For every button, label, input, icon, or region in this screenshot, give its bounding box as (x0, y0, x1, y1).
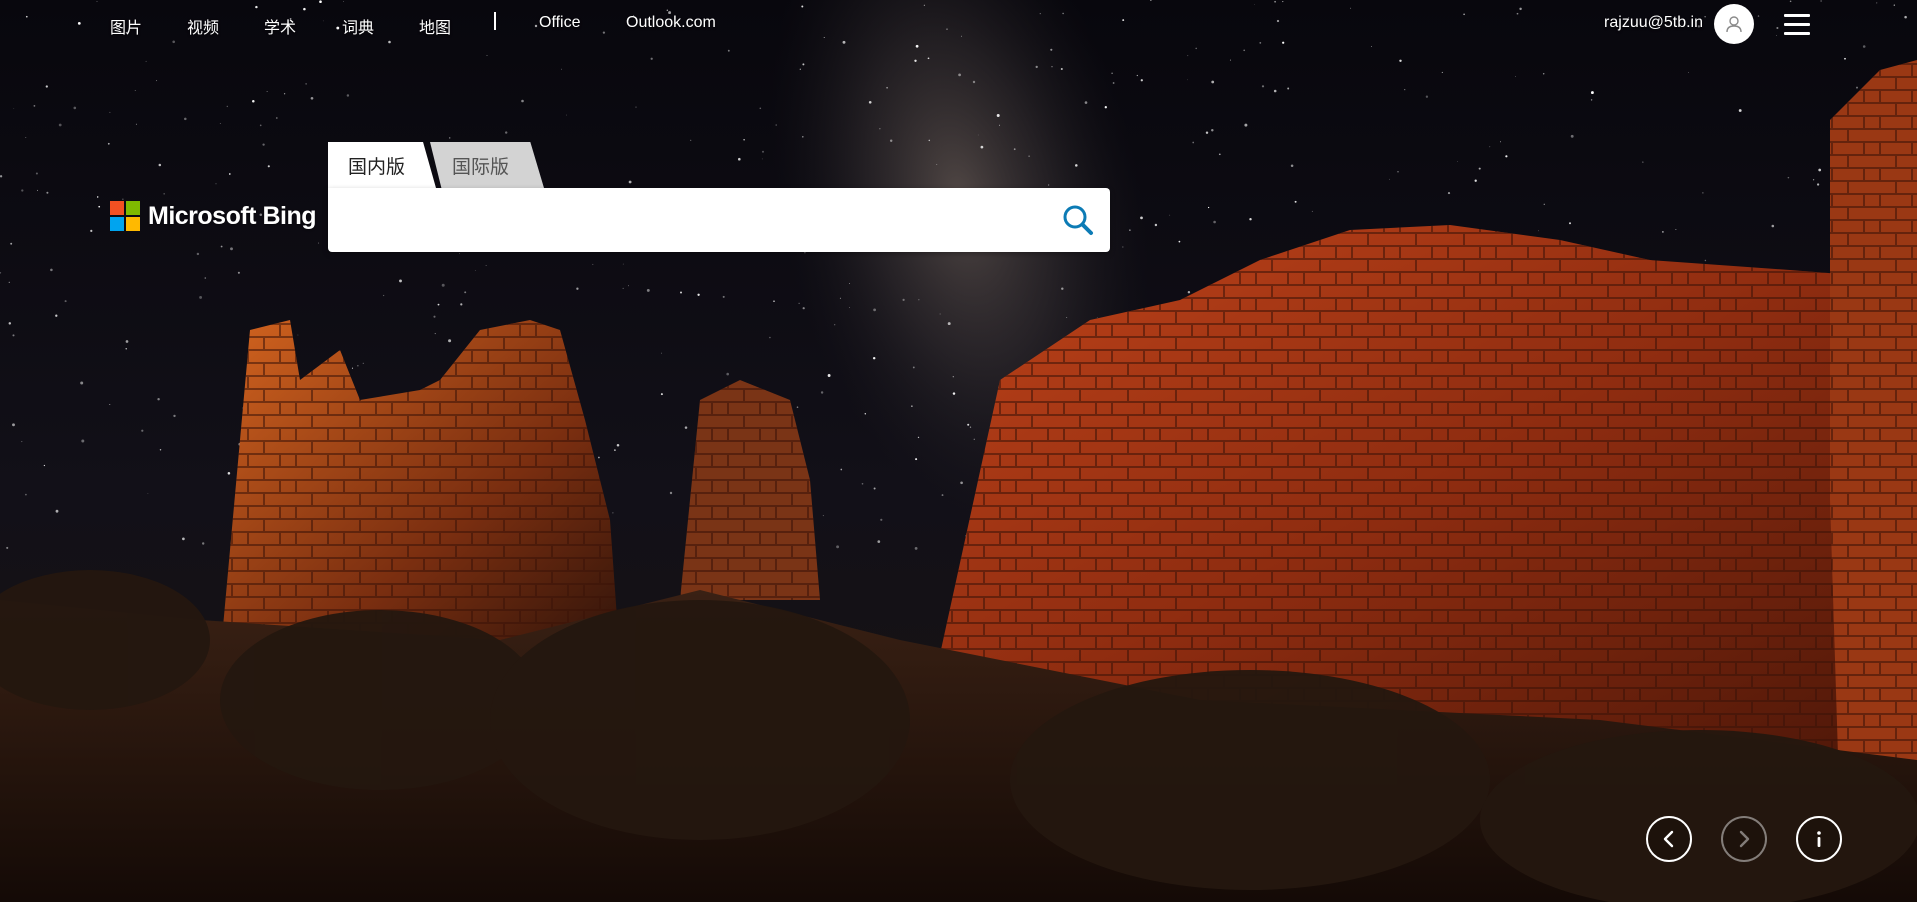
nav-maps[interactable]: 地图 (419, 14, 451, 38)
nav-dictionary[interactable]: 词典 (342, 14, 374, 38)
chevron-right-icon (1739, 830, 1750, 848)
nav-divider (494, 12, 496, 30)
next-image-button[interactable] (1721, 816, 1767, 862)
search-icon (1063, 205, 1093, 235)
logo-text: Microsoft Bing (148, 201, 317, 230)
search-button[interactable] (1058, 200, 1098, 240)
microsoft-logo-icon (110, 201, 140, 231)
nav-videos[interactable]: 视频 (187, 14, 219, 38)
search-input[interactable] (346, 200, 1040, 242)
menu-icon[interactable] (1784, 14, 1810, 36)
tab-domestic[interactable]: 国内版 (328, 142, 436, 188)
nav-images[interactable]: 图片 (110, 14, 142, 38)
tab-international[interactable]: 国际版 (430, 142, 544, 188)
top-navigation: 图片 视频 学术 词典 地图 Office Outlook.com rajzuu… (0, 0, 1917, 48)
nav-academic[interactable]: 学术 (264, 14, 296, 38)
image-info-button[interactable] (1796, 816, 1842, 862)
bing-logo[interactable]: Microsoft Bing (110, 200, 317, 232)
previous-image-button[interactable] (1646, 816, 1692, 862)
background-image (0, 0, 1917, 902)
nav-outlook-link[interactable]: Outlook.com (626, 14, 716, 32)
user-icon (1726, 16, 1742, 33)
search-box (328, 188, 1110, 252)
nav-office-link[interactable]: Office (539, 14, 581, 32)
chevron-left-icon (1663, 830, 1674, 848)
avatar[interactable] (1714, 4, 1754, 44)
user-email[interactable]: rajzuu@5tb.in (1604, 14, 1703, 32)
tab-domestic-label: 国内版 (348, 156, 406, 178)
info-icon (1817, 831, 1821, 847)
tab-international-label: 国际版 (452, 156, 510, 178)
